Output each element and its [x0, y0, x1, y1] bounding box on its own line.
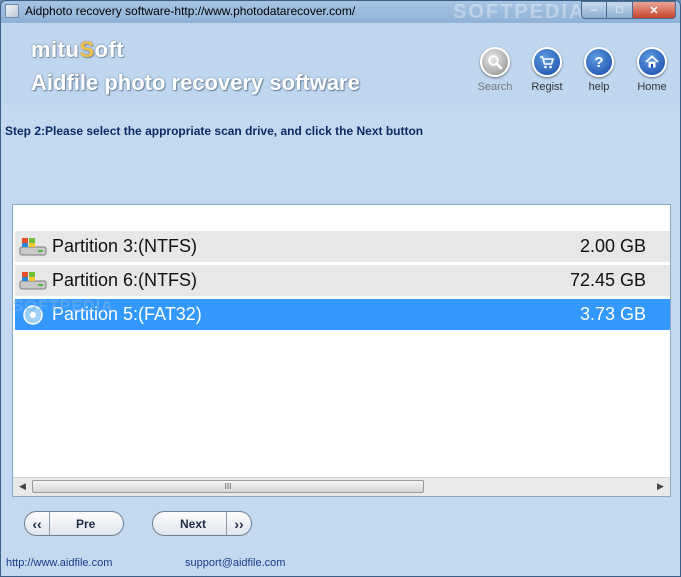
home-button[interactable]: Home: [622, 47, 680, 93]
next-button[interactable]: Next ››: [152, 511, 252, 536]
title-bar[interactable]: Aidphoto recovery software-http://www.ph…: [1, 1, 680, 23]
main-client-area: mituSoft Aidfile photo recovery software…: [1, 23, 680, 576]
cart-icon: [532, 47, 562, 77]
scroll-right-arrow-icon[interactable]: ▶: [652, 478, 669, 495]
search-button[interactable]: Search: [465, 47, 525, 93]
header-banner: mituSoft Aidfile photo recovery software…: [1, 23, 680, 105]
minimize-button[interactable]: –: [581, 1, 607, 19]
maximize-button[interactable]: □: [607, 1, 633, 19]
partition-size: 2.00 GB: [579, 236, 646, 256]
next-label: Next: [180, 516, 207, 531]
pre-button[interactable]: ‹‹ Pre: [24, 511, 124, 536]
drive-icon: [18, 236, 48, 258]
partition-row[interactable]: Partition 3:(NTFS) 2.00 GB: [15, 231, 670, 262]
help-button[interactable]: ? help: [569, 47, 629, 93]
double-left-arrow-icon: ‹‹: [25, 512, 50, 535]
close-button[interactable]: ✕: [633, 1, 676, 19]
double-right-arrow-icon: ››: [226, 512, 251, 535]
partition-row[interactable]: Partition 6:(NTFS) 72.45 GB: [15, 265, 670, 296]
mitusoft-logo: mituSoft: [31, 37, 124, 63]
home-label: Home: [637, 81, 667, 93]
window-controls: – □ ✕: [581, 1, 676, 19]
question-icon: ?: [584, 47, 614, 77]
drive-icon: [18, 270, 48, 292]
support-email-link[interactable]: support@aidfile.com: [185, 557, 285, 569]
app-icon: [5, 4, 19, 18]
help-label: help: [588, 81, 610, 93]
scroll-left-arrow-icon[interactable]: ◀: [14, 478, 31, 495]
app-name-heading: Aidfile photo recovery software: [31, 70, 360, 95]
partition-size: 3.73 GB: [579, 304, 646, 324]
magnifier-icon: [480, 47, 510, 77]
logo-text-prefix: mitu: [31, 37, 80, 62]
regist-label: Regist: [531, 81, 563, 93]
house-icon: [637, 47, 667, 77]
regist-button[interactable]: Regist: [517, 47, 577, 93]
softpedia-watermark: SOFTPEDIA: [453, 1, 586, 23]
step-instruction: Step 2:Please select the appropriate sca…: [5, 124, 424, 138]
logo-text-s: S: [79, 37, 95, 62]
website-link[interactable]: http://www.aidfile.com: [6, 557, 112, 569]
horizontal-scrollbar[interactable]: ◀ III ▶: [13, 477, 670, 496]
partition-name: Partition 3:(NTFS): [52, 236, 198, 256]
scroll-thumb[interactable]: III: [32, 480, 424, 493]
softpedia-list-watermark: SOFTPEDIA: [13, 298, 114, 315]
app-window: Aidphoto recovery software-http://www.ph…: [0, 0, 681, 577]
partition-size: 72.45 GB: [569, 270, 646, 290]
partition-name: Partition 6:(NTFS): [52, 270, 198, 290]
logo-text-suffix: oft: [94, 37, 125, 62]
partition-list[interactable]: Partition 3:(NTFS) 2.00 GB Partition 6:(…: [12, 204, 671, 497]
search-label: Search: [477, 81, 513, 93]
pre-label: Pre: [76, 516, 96, 531]
window-title: Aidphoto recovery software-http://www.ph…: [25, 4, 356, 18]
